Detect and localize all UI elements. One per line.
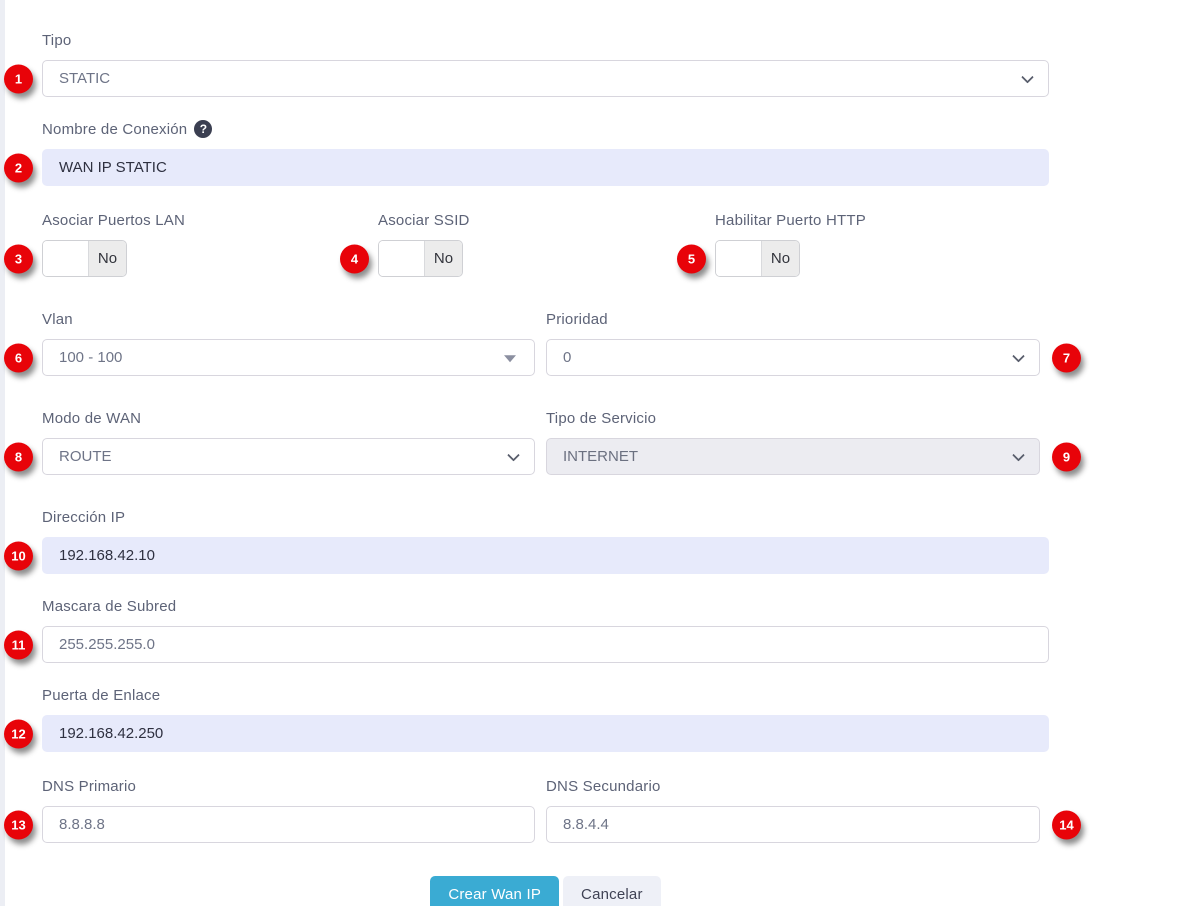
prioridad-label: Prioridad bbox=[546, 311, 608, 328]
toggle-state-label: No bbox=[762, 241, 799, 276]
step-badge-10: 10 bbox=[4, 541, 33, 570]
nombre-conexion-label: Nombre de Conexión bbox=[42, 121, 187, 138]
step-badge-9: 9 bbox=[1052, 442, 1081, 471]
tipo-servicio-label: Tipo de Servicio bbox=[546, 410, 656, 427]
toggles-row: Asociar Puertos LAN 3 No Asociar SSID 4 … bbox=[42, 212, 1049, 277]
triangle-down-icon bbox=[504, 355, 516, 362]
nombre-conexion-input[interactable] bbox=[42, 149, 1049, 186]
chevron-down-icon bbox=[1021, 70, 1034, 83]
step-badge-3: 3 bbox=[4, 244, 33, 273]
field-tipo-servicio: Tipo de Servicio 9 INTERNET bbox=[546, 410, 1040, 475]
step-badge-14: 14 bbox=[1052, 810, 1081, 839]
modo-wan-select-value: ROUTE bbox=[59, 448, 112, 465]
wan-config-form: Tipo 1 STATIC Nombre de Conexión ? 2 Aso… bbox=[0, 0, 1049, 906]
toggle-state-label: No bbox=[425, 241, 462, 276]
tipo-select[interactable]: STATIC bbox=[42, 60, 1049, 97]
dns-primario-label: DNS Primario bbox=[42, 778, 136, 795]
crear-wan-ip-button[interactable]: Crear Wan IP bbox=[430, 876, 559, 906]
toggle-knob bbox=[43, 241, 89, 276]
tipo-servicio-select: INTERNET bbox=[546, 438, 1040, 475]
vlan-prioridad-row: Vlan 6 100 - 100 Prioridad 7 0 bbox=[42, 311, 1049, 376]
habilitar-http-label: Habilitar Puerto HTTP bbox=[715, 212, 866, 229]
puerta-enlace-label: Puerta de Enlace bbox=[42, 687, 160, 704]
step-badge-11: 11 bbox=[4, 630, 33, 659]
field-dns-primario: DNS Primario 13 bbox=[42, 778, 535, 843]
tipo-select-value: STATIC bbox=[59, 70, 110, 87]
step-badge-13: 13 bbox=[4, 810, 33, 839]
dns-secundario-input[interactable] bbox=[546, 806, 1040, 843]
toggle-knob bbox=[379, 241, 425, 276]
field-asociar-ssid: Asociar SSID 4 No bbox=[378, 212, 715, 277]
field-asociar-lan: Asociar Puertos LAN 3 No bbox=[42, 212, 378, 277]
tipo-servicio-select-value: INTERNET bbox=[563, 448, 638, 465]
step-badge-6: 6 bbox=[4, 343, 33, 372]
field-direccion-ip: Dirección IP 10 bbox=[42, 509, 1049, 574]
step-badge-8: 8 bbox=[4, 442, 33, 471]
asociar-lan-label: Asociar Puertos LAN bbox=[42, 212, 185, 229]
help-icon[interactable]: ? bbox=[194, 120, 212, 138]
step-badge-7: 7 bbox=[1052, 343, 1081, 372]
modo-servicio-row: Modo de WAN 8 ROUTE Tipo de Servicio 9 I… bbox=[42, 410, 1049, 475]
modo-wan-select[interactable]: ROUTE bbox=[42, 438, 535, 475]
field-dns-secundario: DNS Secundario 14 bbox=[546, 778, 1040, 843]
field-mascara-subred: Mascara de Subred 11 bbox=[42, 598, 1049, 663]
direccion-ip-input[interactable] bbox=[42, 537, 1049, 574]
form-actions: Crear Wan IP Cancelar bbox=[42, 876, 1049, 906]
prioridad-select-value: 0 bbox=[563, 349, 571, 366]
chevron-down-icon bbox=[1012, 349, 1025, 362]
dns-primario-input[interactable] bbox=[42, 806, 535, 843]
vlan-select[interactable]: 100 - 100 bbox=[42, 339, 535, 376]
field-prioridad: Prioridad 7 0 bbox=[546, 311, 1040, 376]
asociar-ssid-toggle[interactable]: No bbox=[378, 240, 463, 277]
step-badge-12: 12 bbox=[4, 719, 33, 748]
field-puerta-enlace: Puerta de Enlace 12 bbox=[42, 687, 1049, 752]
asociar-ssid-label: Asociar SSID bbox=[378, 212, 470, 229]
toggle-knob bbox=[716, 241, 762, 276]
mascara-subred-label: Mascara de Subred bbox=[42, 598, 176, 615]
field-nombre-conexion: Nombre de Conexión ? 2 bbox=[42, 121, 1049, 186]
direccion-ip-label: Dirección IP bbox=[42, 509, 125, 526]
mascara-subred-input[interactable] bbox=[42, 626, 1049, 663]
tipo-label: Tipo bbox=[42, 32, 71, 49]
field-habilitar-http: Habilitar Puerto HTTP 5 No bbox=[715, 212, 1049, 277]
dns-secundario-label: DNS Secundario bbox=[546, 778, 661, 795]
prioridad-select[interactable]: 0 bbox=[546, 339, 1040, 376]
field-tipo: Tipo 1 STATIC bbox=[42, 32, 1049, 97]
chevron-down-icon bbox=[1012, 448, 1025, 461]
toggle-state-label: No bbox=[89, 241, 126, 276]
vlan-select-value: 100 - 100 bbox=[59, 349, 122, 366]
asociar-lan-toggle[interactable]: No bbox=[42, 240, 127, 277]
field-vlan: Vlan 6 100 - 100 bbox=[42, 311, 535, 376]
habilitar-http-toggle[interactable]: No bbox=[715, 240, 800, 277]
step-badge-4: 4 bbox=[340, 244, 369, 273]
step-badge-5: 5 bbox=[677, 244, 706, 273]
chevron-down-icon bbox=[507, 448, 520, 461]
modo-wan-label: Modo de WAN bbox=[42, 410, 141, 427]
dns-row: DNS Primario 13 DNS Secundario 14 bbox=[42, 778, 1049, 843]
step-badge-2: 2 bbox=[4, 153, 33, 182]
cancelar-button[interactable]: Cancelar bbox=[563, 876, 661, 906]
vlan-label: Vlan bbox=[42, 311, 73, 328]
step-badge-1: 1 bbox=[4, 64, 33, 93]
puerta-enlace-input[interactable] bbox=[42, 715, 1049, 752]
field-modo-wan: Modo de WAN 8 ROUTE bbox=[42, 410, 535, 475]
